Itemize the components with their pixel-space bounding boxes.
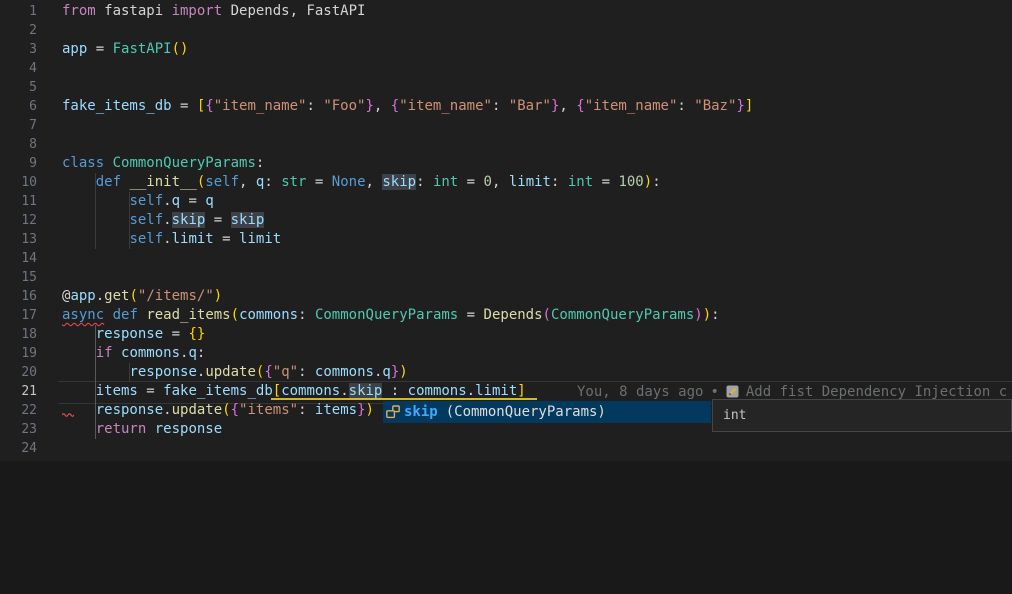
- code-line-3[interactable]: app = FastAPI(): [62, 40, 753, 59]
- line-number[interactable]: 2: [0, 21, 37, 40]
- field-icon: [385, 404, 401, 420]
- code-line-24[interactable]: [62, 439, 753, 458]
- line-number[interactable]: 16: [0, 287, 37, 306]
- blame-bullet: •: [710, 384, 718, 400]
- empty-region: [0, 461, 1012, 594]
- line-number[interactable]: 10: [0, 173, 37, 192]
- suggest-docs-text: int: [723, 408, 746, 423]
- line-number[interactable]: 4: [0, 59, 37, 78]
- code-editor[interactable]: 123456789101112131415161718192021222324 …: [0, 0, 1012, 594]
- code-line-11[interactable]: self.q = q: [62, 192, 753, 211]
- code-line-15[interactable]: [62, 268, 753, 287]
- line-number[interactable]: 5: [0, 78, 37, 97]
- bracket-scope-guide: [271, 398, 537, 400]
- code-line-10[interactable]: def __init__(self, q: str = None, skip: …: [62, 173, 753, 192]
- code-line-16[interactable]: @app.get("/items/"): [62, 287, 753, 306]
- suggest-widget[interactable]: skip (CommonQueryParams): [383, 401, 711, 423]
- line-number[interactable]: 21: [0, 382, 37, 401]
- line-number[interactable]: 6: [0, 97, 37, 116]
- code-line-17[interactable]: async def read_items(commons: CommonQuer…: [62, 306, 753, 325]
- blame-message: Add fist Dependency Injection c: [746, 384, 1007, 400]
- code-line-13[interactable]: self.limit = limit: [62, 230, 753, 249]
- code-line-6[interactable]: fake_items_db = [{"item_name": "Foo"}, {…: [62, 97, 753, 116]
- line-number[interactable]: 24: [0, 439, 37, 458]
- line-number[interactable]: 7: [0, 116, 37, 135]
- editor-gutter: 123456789101112131415161718192021222324: [0, 2, 37, 458]
- code-line-4[interactable]: [62, 59, 753, 78]
- line-number[interactable]: 15: [0, 268, 37, 287]
- line-number[interactable]: 14: [0, 249, 37, 268]
- error-squiggle: [62, 411, 74, 417]
- code-line-20[interactable]: response.update({"q": commons.q}): [62, 363, 753, 382]
- code-line-18[interactable]: response = {}: [62, 325, 753, 344]
- line-number[interactable]: 3: [0, 40, 37, 59]
- code-line-14[interactable]: [62, 249, 753, 268]
- code-line-7[interactable]: [62, 116, 753, 135]
- line-number[interactable]: 1: [0, 2, 37, 21]
- line-number[interactable]: 12: [0, 211, 37, 230]
- code-line-1[interactable]: from fastapi import Depends, FastAPI: [62, 2, 753, 21]
- code-line-8[interactable]: [62, 135, 753, 154]
- suggestion-label: skip: [404, 404, 438, 420]
- suggest-details-panel: int: [712, 399, 1012, 432]
- line-number[interactable]: 23: [0, 420, 37, 439]
- line-number[interactable]: 13: [0, 230, 37, 249]
- line-number[interactable]: 20: [0, 363, 37, 382]
- line-number[interactable]: 18: [0, 325, 37, 344]
- code-line-5[interactable]: [62, 78, 753, 97]
- line-number[interactable]: 9: [0, 154, 37, 173]
- code-line-9[interactable]: class CommonQueryParams:: [62, 154, 753, 173]
- line-number[interactable]: 17: [0, 306, 37, 325]
- line-number[interactable]: 22: [0, 401, 37, 420]
- code-line-12[interactable]: self.skip = skip: [62, 211, 753, 230]
- suggestion-detail: (CommonQueryParams): [446, 404, 606, 420]
- edit-icon: [726, 385, 739, 398]
- code-line-2[interactable]: [62, 21, 753, 40]
- line-number[interactable]: 19: [0, 344, 37, 363]
- blame-author-date: You, 8 days ago: [577, 384, 703, 400]
- line-number[interactable]: 8: [0, 135, 37, 154]
- line-number[interactable]: 11: [0, 192, 37, 211]
- code-line-19[interactable]: if commons.q:: [62, 344, 753, 363]
